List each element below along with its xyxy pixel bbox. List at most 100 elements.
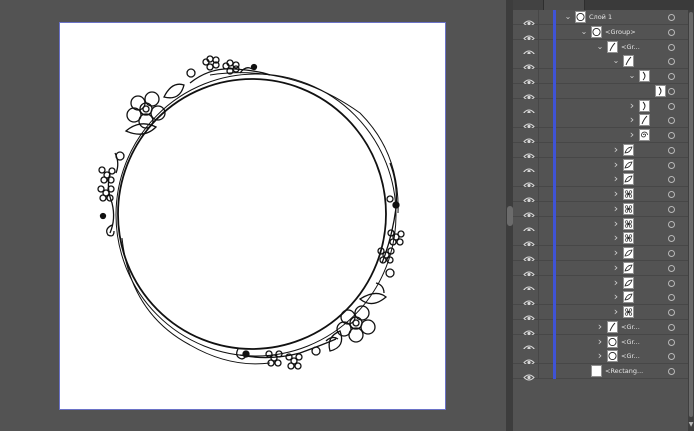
target-circle-icon[interactable] [668,250,675,257]
eye-icon[interactable] [523,249,535,263]
chevron-right-icon[interactable]: › [611,247,621,258]
target-circle-icon[interactable] [668,191,675,198]
layer-row[interactable]: › [513,157,688,174]
target-circle-icon[interactable] [668,368,675,375]
lock-toggle-column[interactable] [538,172,539,188]
layer-row[interactable]: ⌄ Слой 1 [513,10,688,27]
layer-row[interactable]: › [513,172,688,189]
lock-toggle-column[interactable] [538,201,539,217]
layer-row[interactable]: › [513,142,688,160]
eye-icon[interactable] [523,72,535,86]
chevron-down-icon[interactable]: ⌄ [611,56,621,66]
layer-row[interactable]: › [513,201,688,219]
eye-icon[interactable] [523,57,535,71]
layer-name-label[interactable]: <Gr... [621,321,640,334]
chevron-right-icon[interactable]: › [611,144,621,155]
lock-toggle-column[interactable] [538,364,539,379]
lock-toggle-column[interactable] [538,142,539,158]
target-circle-icon[interactable] [668,146,675,154]
chevron-down-icon[interactable]: ⌄ [627,71,637,81]
chevron-right-icon[interactable]: › [627,129,637,140]
eye-icon[interactable] [523,323,535,337]
chevron-right-icon[interactable]: › [611,277,621,288]
panel-tab-layers[interactable] [543,0,585,10]
chevron-right-icon[interactable]: › [611,159,621,170]
chevron-right-icon[interactable]: › [611,291,621,302]
eye-icon[interactable] [523,13,535,27]
lock-toggle-column[interactable] [538,98,539,114]
layer-row[interactable]: › [513,231,688,248]
eye-icon[interactable] [523,338,535,351]
panel-tab-inactive[interactable] [513,0,543,10]
target-circle-icon[interactable] [668,43,675,51]
eye-icon[interactable] [523,146,535,160]
layer-row[interactable]: ⌄ [513,54,688,71]
chevron-right-icon[interactable]: › [611,306,621,317]
chevron-right-icon[interactable]: › [611,218,621,229]
flower-top-left[interactable] [126,91,166,129]
eye-icon[interactable] [523,190,535,204]
lock-toggle-column[interactable] [538,290,539,306]
lock-toggle-column[interactable] [538,39,539,55]
flower-bottom-right[interactable] [336,305,376,343]
target-circle-icon[interactable] [668,205,675,213]
layer-row[interactable]: › <Gr... [513,349,688,366]
layer-row[interactable]: › [513,98,688,115]
layer-row[interactable]: ⌄ <Gr... [513,39,688,56]
layer-row[interactable]: › [513,305,688,322]
layer-name-label[interactable]: <Group> [605,26,636,39]
layer-row[interactable]: ⌄ <Group> [513,24,688,42]
lock-toggle-column[interactable] [538,69,539,84]
eye-icon[interactable] [523,220,535,233]
layer-row[interactable] [513,83,688,101]
target-circle-icon[interactable] [668,235,675,243]
layer-row[interactable]: ⌄ [513,69,688,86]
chevron-down-icon[interactable]: ⌄ [579,27,589,37]
eye-icon[interactable] [523,175,535,189]
lock-toggle-column[interactable] [538,187,539,202]
target-circle-icon[interactable] [668,309,675,316]
target-circle-icon[interactable] [668,102,675,110]
artboard[interactable] [60,23,445,409]
eye-icon[interactable] [523,367,535,381]
layer-name-label[interactable]: <Gr... [621,41,640,54]
eye-icon[interactable] [523,161,535,174]
target-circle-icon[interactable] [668,323,675,331]
target-circle-icon[interactable] [668,220,675,228]
lock-toggle-column[interactable] [538,157,539,173]
lock-toggle-column[interactable] [538,305,539,320]
lock-toggle-column[interactable] [538,83,539,99]
eye-icon[interactable] [523,205,535,219]
eye-icon[interactable] [523,43,535,56]
chevron-right-icon[interactable]: › [611,173,621,184]
target-circle-icon[interactable] [668,28,675,36]
eye-icon[interactable] [523,87,535,101]
lock-toggle-column[interactable] [538,319,539,335]
layer-name-label[interactable]: Слой 1 [589,11,612,24]
lock-toggle-column[interactable] [538,231,539,247]
target-circle-icon[interactable] [668,117,675,125]
floral-wreath-artwork[interactable] [60,23,445,409]
layer-row[interactable]: › [513,187,688,204]
layer-row[interactable]: › [513,113,688,130]
target-circle-icon[interactable] [668,73,675,80]
layer-row[interactable]: › <Gr... [513,334,688,351]
lock-toggle-column[interactable] [538,113,539,129]
lock-toggle-column[interactable] [538,246,539,261]
lock-toggle-column[interactable] [538,128,539,143]
target-circle-icon[interactable] [668,87,675,95]
eye-icon[interactable] [523,279,535,292]
canvas-workspace[interactable] [0,0,506,431]
eye-icon[interactable] [523,293,535,307]
chevron-right-icon[interactable]: › [611,188,621,199]
lock-toggle-column[interactable] [538,24,539,40]
chevron-right-icon[interactable]: › [595,336,605,347]
eye-icon[interactable] [523,116,535,130]
eye-icon[interactable] [523,102,535,115]
target-circle-icon[interactable] [668,176,675,184]
chevron-right-icon[interactable]: › [611,203,621,214]
layer-row[interactable]: › [513,246,688,263]
chevron-right-icon[interactable]: › [627,114,637,125]
layer-name-label[interactable]: <Rectang... [605,365,643,378]
layer-row[interactable]: › <Gr... [513,319,688,337]
